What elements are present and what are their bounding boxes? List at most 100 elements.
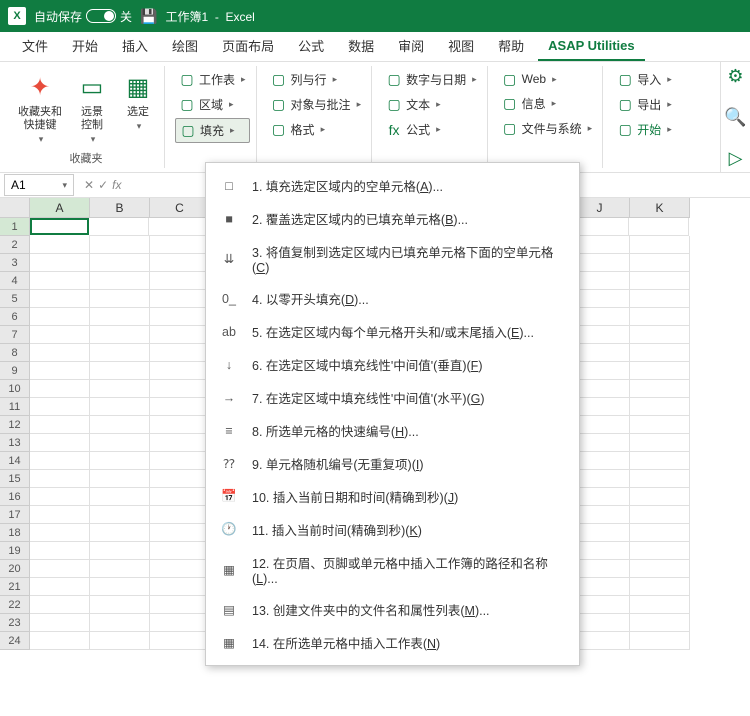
cell[interactable]	[90, 326, 150, 344]
cell[interactable]	[630, 398, 690, 416]
cell[interactable]	[90, 380, 150, 398]
row-header[interactable]: 5	[0, 290, 30, 308]
cell[interactable]	[30, 632, 90, 650]
ribbon-文本[interactable]: ▢文本▸	[382, 93, 481, 116]
cell[interactable]	[150, 344, 210, 362]
ribbon-工作表[interactable]: ▢工作表▸	[175, 68, 250, 91]
row-header[interactable]: 8	[0, 344, 30, 362]
cell[interactable]	[30, 452, 90, 470]
cell[interactable]	[630, 452, 690, 470]
menu-item-5[interactable]: ab5. 在选定区域内每个单元格开头和/或末尾插入(E)...	[206, 315, 579, 348]
cell[interactable]	[150, 326, 210, 344]
col-header[interactable]: A	[30, 198, 90, 218]
cell[interactable]	[150, 578, 210, 596]
row-header[interactable]: 19	[0, 542, 30, 560]
cell[interactable]	[150, 434, 210, 452]
menu-item-3[interactable]: ⇊3. 将值复制到选定区域内已填充单元格下面的空单元格(C)	[206, 235, 579, 282]
cell[interactable]	[630, 272, 690, 290]
menu-item-1[interactable]: □1. 填充选定区域内的空单元格(A)...	[206, 169, 579, 202]
name-box[interactable]: A1▾	[4, 174, 74, 196]
ribbon-对象与批注[interactable]: ▢对象与批注▸	[267, 93, 366, 116]
menu-item-11[interactable]: 🕐11. 插入当前时间(精确到秒)(K)	[206, 513, 579, 546]
cell[interactable]	[630, 236, 690, 254]
row-header[interactable]: 15	[0, 470, 30, 488]
cell[interactable]	[150, 488, 210, 506]
cell[interactable]	[630, 308, 690, 326]
ribbon-公式[interactable]: fx公式▸	[382, 118, 481, 141]
cell[interactable]	[90, 416, 150, 434]
cell[interactable]	[90, 524, 150, 542]
cell[interactable]	[630, 542, 690, 560]
row-header[interactable]: 6	[0, 308, 30, 326]
ribbon-格式[interactable]: ▢格式▸	[267, 118, 366, 141]
cell[interactable]	[30, 254, 90, 272]
cell[interactable]	[30, 506, 90, 524]
cell[interactable]	[30, 308, 90, 326]
menu-item-8[interactable]: ≡8. 所选单元格的快速编号(H)...	[206, 414, 579, 447]
ribbon-信息[interactable]: ▢信息▸	[498, 92, 597, 115]
cell[interactable]	[90, 272, 150, 290]
cell[interactable]	[90, 452, 150, 470]
cell[interactable]	[90, 596, 150, 614]
ribbon-导入[interactable]: ▢导入▸	[613, 68, 676, 91]
cell[interactable]	[30, 218, 89, 235]
col-header[interactable]: C	[150, 198, 210, 218]
row-header[interactable]: 22	[0, 596, 30, 614]
cell[interactable]	[150, 542, 210, 560]
cell[interactable]	[630, 578, 690, 596]
row-header[interactable]: 14	[0, 452, 30, 470]
cell[interactable]	[150, 380, 210, 398]
cell[interactable]	[150, 596, 210, 614]
cell[interactable]	[90, 488, 150, 506]
ribbon-Web[interactable]: ▢Web▸	[498, 68, 597, 90]
tab-页面布局[interactable]: 页面布局	[212, 30, 284, 61]
cell[interactable]	[150, 452, 210, 470]
row-header[interactable]: 16	[0, 488, 30, 506]
menu-item-12[interactable]: ▦12. 在页眉、页脚或单元格中插入工作簿的路径和名称(L)...	[206, 546, 579, 593]
cell[interactable]	[30, 470, 90, 488]
cell[interactable]	[30, 272, 90, 290]
cell[interactable]	[630, 488, 690, 506]
cell[interactable]	[630, 254, 690, 272]
cell[interactable]	[30, 488, 90, 506]
ribbon-overflow[interactable]: ⚙ 🔍 ▷	[720, 62, 750, 172]
row-header[interactable]: 11	[0, 398, 30, 416]
menu-item-13[interactable]: ▤13. 创建文件夹中的文件名和属性列表(M)...	[206, 593, 579, 626]
menu-item-9[interactable]: ⁇9. 单元格随机编号(无重复项)(I)	[206, 447, 579, 480]
tab-审阅[interactable]: 审阅	[388, 30, 434, 61]
tab-视图[interactable]: 视图	[438, 30, 484, 61]
cell[interactable]	[150, 308, 210, 326]
row-header[interactable]: 7	[0, 326, 30, 344]
cell[interactable]	[30, 578, 90, 596]
cell[interactable]	[90, 470, 150, 488]
cell[interactable]	[150, 236, 210, 254]
row-header[interactable]: 17	[0, 506, 30, 524]
cell[interactable]	[30, 344, 90, 362]
ribbon-列与行[interactable]: ▢列与行▸	[267, 68, 366, 91]
fx-icon[interactable]: fx	[112, 178, 121, 192]
cell[interactable]	[150, 470, 210, 488]
ribbon-数字与日期[interactable]: ▢数字与日期▸	[382, 68, 481, 91]
row-header[interactable]: 4	[0, 272, 30, 290]
favorites-button[interactable]: ✦ 收藏夹和 快捷键▾	[14, 68, 66, 149]
cell[interactable]	[149, 218, 209, 236]
cell[interactable]	[90, 560, 150, 578]
cell[interactable]	[30, 326, 90, 344]
cell[interactable]	[630, 290, 690, 308]
tab-插入[interactable]: 插入	[112, 30, 158, 61]
cell[interactable]	[30, 416, 90, 434]
cell[interactable]	[150, 524, 210, 542]
menu-item-10[interactable]: 📅10. 插入当前日期和时间(精确到秒)(J)	[206, 480, 579, 513]
tab-绘图[interactable]: 绘图	[162, 30, 208, 61]
search-icon[interactable]: 🔍	[724, 107, 746, 128]
menu-item-6[interactable]: ↓6. 在选定区域中填充线性'中间值'(垂直)(F)	[206, 348, 579, 381]
row-header[interactable]: 2	[0, 236, 30, 254]
cell[interactable]	[30, 380, 90, 398]
cell[interactable]	[90, 398, 150, 416]
cell[interactable]	[30, 290, 90, 308]
tab-帮助[interactable]: 帮助	[488, 30, 534, 61]
cell[interactable]	[150, 614, 210, 632]
col-header[interactable]: B	[90, 198, 150, 218]
cell[interactable]	[89, 218, 149, 236]
cell[interactable]	[90, 236, 150, 254]
